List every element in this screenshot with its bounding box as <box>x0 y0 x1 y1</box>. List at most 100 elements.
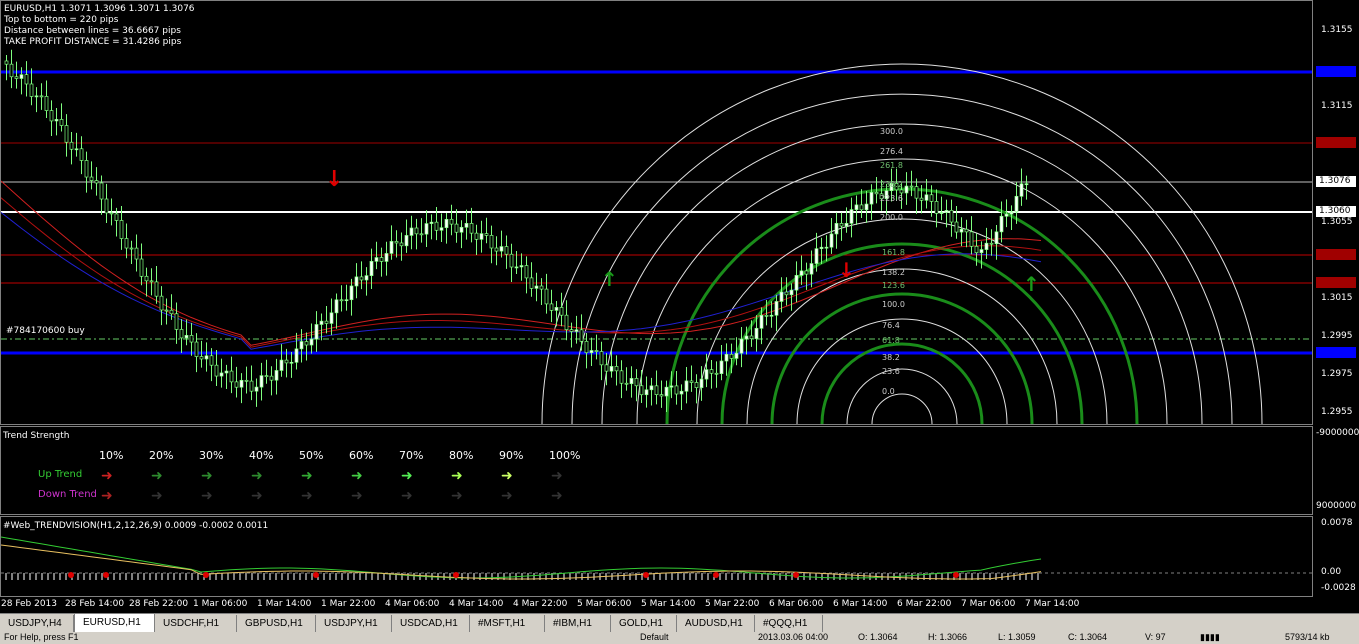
candle-body <box>384 253 389 262</box>
osc-red-dot <box>68 572 74 578</box>
info-line-3: TAKE PROFIT DISTANCE = 31.4286 pips <box>4 37 182 47</box>
candle-body <box>9 63 14 78</box>
candle-body <box>939 212 944 214</box>
chart-tab[interactable]: GOLD,H1 <box>611 615 677 632</box>
oscillator-scale[interactable]: 0.0078 0.00 -0.0028 <box>1313 516 1359 597</box>
time-tick: 6 Mar 22:00 <box>897 599 952 609</box>
chart-tab[interactable]: #MSFT,H1 <box>470 615 545 632</box>
chart-tab[interactable]: USDJPY,H4 <box>0 615 74 632</box>
candle-body <box>669 385 674 388</box>
candle-body <box>269 375 274 381</box>
time-tick: 7 Mar 14:00 <box>1025 599 1080 609</box>
candle-body <box>469 223 474 234</box>
price-tick: 1.3115 <box>1321 101 1353 111</box>
candle-body <box>429 221 434 224</box>
up-trend-arrow-icon: ➜ <box>351 468 363 484</box>
candle-body <box>159 295 164 311</box>
candle-body <box>664 386 669 397</box>
candle-body <box>424 223 429 235</box>
candle-body <box>734 352 739 359</box>
candle-body <box>979 249 984 254</box>
chart-tab[interactable]: #IBM,H1 <box>545 615 611 632</box>
candle-body <box>649 385 654 391</box>
down-trend-arrow-icon: ➜ <box>201 488 213 504</box>
oscillator-pane[interactable]: #Web_TRENDVISION(H1,2,12,26,9) 0.0009 -0… <box>0 516 1313 597</box>
candle-body <box>619 370 624 384</box>
price-tick: 1.2995 <box>1321 331 1353 341</box>
down-trend-arrow-icon: ➜ <box>501 488 513 504</box>
candle-body <box>99 182 104 200</box>
fib-label: 261.8 <box>880 161 903 170</box>
chart-tab[interactable]: USDCAD,H1 <box>392 615 470 632</box>
candle-body <box>854 204 859 210</box>
up-trend-arrow-icon: ➜ <box>401 468 413 484</box>
candle-body <box>864 203 869 211</box>
time-tick: 1 Mar 22:00 <box>321 599 376 609</box>
chart-tab[interactable]: USDCHF,H1 <box>155 615 237 632</box>
candle-body <box>24 74 29 85</box>
candle-body <box>264 375 269 377</box>
candle-body <box>219 372 224 377</box>
down-trend-arrow-icon: ➜ <box>451 488 463 504</box>
candle-body <box>134 247 139 260</box>
candle-body <box>524 265 529 279</box>
fib-arc <box>770 292 1034 424</box>
candle-body <box>349 285 354 301</box>
candle-body <box>364 275 369 281</box>
osc-scale-zero: 0.00 <box>1321 567 1342 577</box>
candle-body <box>124 238 129 249</box>
candle-body <box>624 382 629 385</box>
candle-body <box>539 285 544 290</box>
candle-body <box>494 247 499 252</box>
candle-body <box>74 148 79 151</box>
chart-tab[interactable]: GBPUSD,H1 <box>237 615 316 632</box>
candle-body <box>459 226 464 233</box>
time-tick: 6 Mar 14:00 <box>833 599 888 609</box>
candle-body <box>509 253 514 268</box>
osc-red-dot <box>713 572 719 578</box>
candle-body <box>404 235 409 247</box>
candle-body <box>604 364 609 372</box>
candle-body <box>694 382 699 388</box>
price-chart[interactable]: ↓ ↓ ↑ ↑ EURUSD,H1 1.3071 1.3096 1.3071 1.30… <box>0 0 1313 425</box>
fib-label: 100.0 <box>882 300 905 309</box>
time-tick: 4 Mar 14:00 <box>449 599 504 609</box>
candle-body <box>529 277 534 289</box>
time-tick: 28 Feb 14:00 <box>65 599 125 609</box>
chart-tab[interactable]: #QQQ,H1 <box>755 615 823 632</box>
candle-body <box>329 312 334 324</box>
fib-arc <box>846 368 958 424</box>
candle-body <box>39 95 44 98</box>
candle-body <box>589 350 594 354</box>
fib-label: 200.0 <box>880 213 903 222</box>
candle-body <box>794 275 799 291</box>
candle-body <box>414 227 419 235</box>
trend-scale[interactable]: -9000000 9000000 <box>1313 426 1359 515</box>
candle-body <box>204 355 209 360</box>
candle-body <box>519 265 524 268</box>
candle-body <box>319 320 324 325</box>
trend-strength-pane[interactable]: Trend Strength 10% 20% 30% 40% 50% 60% 70% 80% 9… <box>0 426 1313 515</box>
candle-body <box>774 301 779 316</box>
fib-label: 76.4 <box>882 321 900 330</box>
candle-body <box>504 246 509 255</box>
status-open: O: 1.3064 <box>858 632 898 642</box>
candle-body <box>449 218 454 225</box>
fib-label: 23.6 <box>882 367 900 376</box>
candle-body <box>739 338 744 354</box>
osc-red-dot <box>103 572 109 578</box>
candle-body <box>769 314 774 317</box>
candle-body <box>169 309 174 315</box>
candle-body <box>754 327 759 339</box>
candle-body <box>274 370 279 381</box>
candle-body <box>839 223 844 227</box>
chart-tab[interactable]: USDJPY,H1 <box>316 615 392 632</box>
candle-body <box>104 198 109 214</box>
candle-body <box>369 261 374 276</box>
chart-tab[interactable]: AUDUSD,H1 <box>677 615 755 632</box>
candle-body <box>174 313 179 330</box>
chart-tab[interactable]: EURUSD,H1 <box>74 614 155 633</box>
candle-body <box>689 380 694 383</box>
status-help: For Help, press F1 <box>4 632 79 642</box>
candle-body <box>614 366 619 372</box>
